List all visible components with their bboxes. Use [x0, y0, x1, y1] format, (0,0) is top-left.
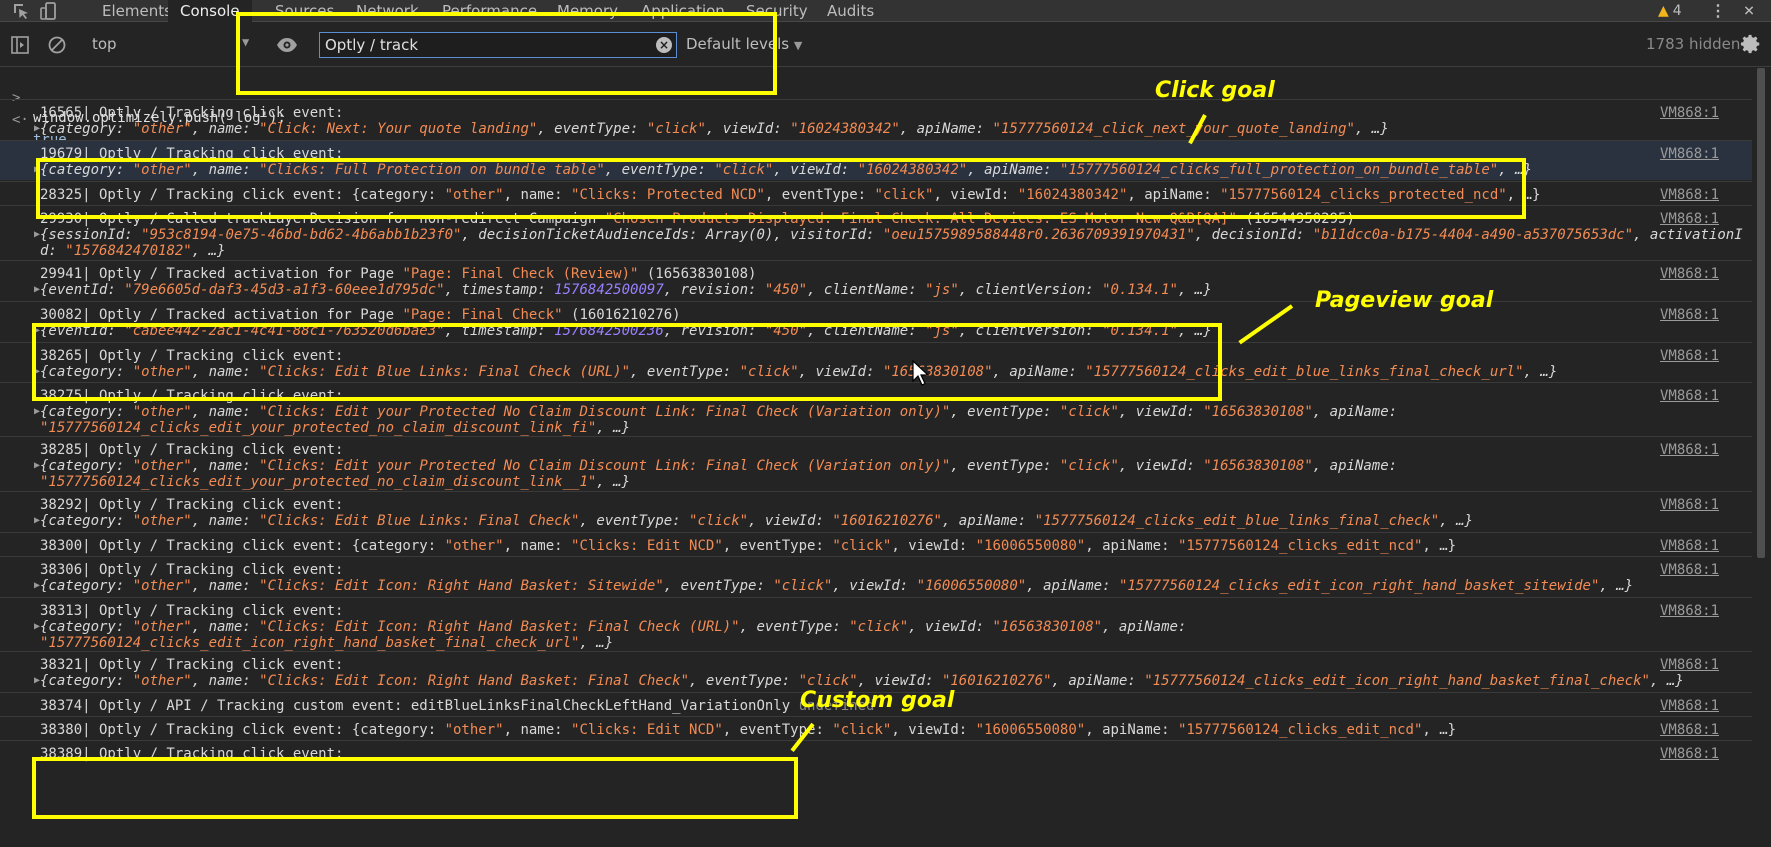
message-object-preview[interactable]: {category: "other", name: "Clicks: Full …	[40, 161, 1532, 179]
tab-security[interactable]: Security	[746, 0, 808, 22]
inspect-element-icon[interactable]	[12, 2, 30, 20]
context-dropdown-icon[interactable]: ▼	[242, 35, 249, 49]
message-text: 28325| Optly / Tracking click event: {ca…	[40, 187, 1541, 203]
expand-object-icon[interactable]: ▶	[34, 229, 40, 240]
console-scrollbar[interactable]	[1754, 68, 1768, 847]
tab-application[interactable]: Application	[641, 0, 725, 22]
source-link[interactable]: VM868:1	[1660, 145, 1719, 163]
hidden-messages-count: 1783 hidden	[1646, 35, 1741, 53]
expand-object-icon[interactable]: ▶	[34, 621, 40, 632]
source-link[interactable]: VM868:1	[1660, 210, 1719, 228]
console-messages[interactable]: > window.optimizely.push('log'); <· true…	[0, 68, 1752, 847]
console-message[interactable]: 38265| Optly / Tracking click event: {cat…	[0, 342, 1752, 382]
show-sidebar-icon[interactable]	[10, 35, 30, 55]
source-link[interactable]: VM868:1	[1660, 697, 1719, 715]
close-icon[interactable]: ×	[1740, 0, 1758, 22]
expand-object-icon[interactable]: ▶	[34, 123, 40, 134]
message-object-preview[interactable]: "15777560124_clicks_edit_your_protected_…	[40, 419, 630, 437]
scrollbar-thumb[interactable]	[1757, 68, 1765, 558]
expand-object-icon[interactable]: ▶	[34, 406, 40, 417]
pageview-goal-label: Pageview goal	[1315, 288, 1494, 313]
tab-performance[interactable]: Performance	[442, 0, 537, 22]
log-levels-dropdown[interactable]: Default levels ▼	[686, 35, 802, 53]
device-toolbar-icon[interactable]	[40, 2, 58, 20]
source-link[interactable]: VM868:1	[1660, 561, 1719, 579]
source-link[interactable]: VM868:1	[1660, 265, 1719, 283]
tab-audits[interactable]: Audits	[827, 0, 874, 22]
more-options-icon[interactable]: ⋮	[1710, 0, 1726, 22]
message-object-preview[interactable]: "15777560124_clicks_edit_icon_right_hand…	[40, 634, 613, 652]
source-link[interactable]: VM868:1	[1660, 441, 1719, 459]
console-message[interactable]: 29930| Optly / Called trackLayerDecision…	[0, 205, 1752, 261]
console-message[interactable]: 38321| Optly / Tracking click event: {cat…	[0, 651, 1752, 691]
console-message[interactable]: 38300| Optly / Tracking click event: {ca…	[0, 532, 1752, 556]
clear-console-icon[interactable]	[47, 35, 67, 55]
source-link[interactable]: VM868:1	[1660, 656, 1719, 674]
expand-object-icon[interactable]: ▶	[34, 366, 40, 377]
expand-object-icon[interactable]: ▶	[34, 675, 40, 686]
source-link[interactable]: VM868:1	[1660, 537, 1719, 555]
tab-console[interactable]: Console	[168, 0, 252, 22]
expand-object-icon[interactable]: ▶	[34, 580, 40, 591]
expand-object-icon[interactable]: ▶	[34, 325, 40, 336]
click-goal-label: Click goal	[1155, 78, 1275, 103]
console-toolbar: top ▼ × Default levels ▼ 1783 hidden	[0, 23, 1771, 67]
console-filter-box[interactable]: ×	[319, 32, 677, 58]
message-object-preview[interactable]: {category: "other", name: "Click: Next: …	[40, 120, 1389, 138]
source-link[interactable]: VM868:1	[1660, 387, 1719, 405]
expand-object-icon[interactable]: ▶	[34, 460, 40, 471]
warnings-counter[interactable]: ▲ 4	[1658, 0, 1682, 22]
console-message[interactable]: 38306| Optly / Tracking click event: {cat…	[0, 556, 1752, 596]
expand-object-icon[interactable]: ▶	[34, 284, 40, 295]
warning-icon: ▲	[1658, 3, 1669, 19]
message-object-preview[interactable]: {eventId: "79e6605d-daf3-45d3-a1f3-60eee…	[40, 281, 1212, 299]
console-message[interactable]: 38292| Optly / Tracking click event: {cat…	[0, 491, 1752, 531]
message-object-preview[interactable]: "15777560124_clicks_edit_your_protected_…	[40, 473, 630, 491]
expand-object-icon[interactable]: ▶	[34, 515, 40, 526]
context-selector[interactable]: top	[92, 35, 117, 53]
message-text: 38300| Optly / Tracking click event: {ca…	[40, 538, 1457, 554]
tab-elements[interactable]: Elements	[102, 0, 172, 22]
source-link[interactable]: VM868:1	[1660, 602, 1719, 620]
source-link[interactable]: VM868:1	[1660, 306, 1719, 324]
source-link[interactable]: VM868:1	[1660, 104, 1719, 122]
message-object-preview[interactable]: {category: "other", name: "Clicks: Edit …	[40, 363, 1557, 381]
expand-object-icon[interactable]: ▶	[34, 164, 40, 175]
devtools-tab-bar: Elements Console Sources Network Performance…	[0, 0, 1771, 22]
custom-goal-label: Custom goal	[800, 688, 955, 713]
tab-sources[interactable]: Sources	[275, 0, 334, 22]
message-object-preview[interactable]: d: "1576842470182", …}	[40, 242, 225, 260]
chevron-down-icon: ▼	[793, 39, 803, 52]
message-object-preview[interactable]: {category: "other", name: "Clicks: Edit …	[40, 512, 1473, 530]
message-text: 38389| Optly / Tracking click event:	[40, 746, 344, 762]
source-link[interactable]: VM868:1	[1660, 721, 1719, 739]
console-message[interactable]: 38275| Optly / Tracking click event: {cat…	[0, 382, 1752, 438]
source-link[interactable]: VM868:1	[1660, 186, 1719, 204]
message-object-preview[interactable]: {sessionId: "953c8194-0e75-46bd-bd62-4b6…	[40, 226, 1743, 244]
clear-filter-icon[interactable]: ×	[656, 37, 672, 53]
source-link[interactable]: VM868:1	[1660, 745, 1719, 763]
console-message[interactable]: 38389| Optly / Tracking click event: VM86…	[0, 740, 1752, 764]
live-expression-eye-icon[interactable]	[276, 36, 298, 54]
console-input-echo: > window.optimizely.push('log');	[12, 90, 286, 126]
filter-input[interactable]	[320, 33, 640, 57]
message-object-preview[interactable]: {eventId: "cabee442-2ac1-4c41-88c1-76352…	[40, 322, 1212, 340]
source-link[interactable]: VM868:1	[1660, 496, 1719, 514]
console-message[interactable]: 28325| Optly / Tracking click event: {ca…	[0, 181, 1752, 205]
tab-memory[interactable]: Memory	[557, 0, 618, 22]
console-message[interactable]: 38313| Optly / Tracking click event: {cat…	[0, 597, 1752, 653]
gear-icon[interactable]	[1740, 33, 1762, 55]
message-text: 38380| Optly / Tracking click event: {ca…	[40, 722, 1457, 738]
message-text: 38374| Optly / API / Tracking custom eve…	[40, 698, 875, 714]
tab-network[interactable]: Network	[356, 0, 419, 22]
console-message[interactable]: 38380| Optly / Tracking click event: {ca…	[0, 716, 1752, 740]
source-link[interactable]: VM868:1	[1660, 347, 1719, 365]
console-message[interactable]: 16565| Optly / Tracking click event: {cat…	[0, 99, 1752, 139]
console-message[interactable]: 19679| Optly / Tracking click event: {cat…	[0, 140, 1752, 180]
console-message[interactable]: 38285| Optly / Tracking click event: {cat…	[0, 436, 1752, 492]
message-object-preview[interactable]: {category: "other", name: "Clicks: Edit …	[40, 577, 1633, 595]
mouse-cursor-icon	[912, 360, 930, 386]
